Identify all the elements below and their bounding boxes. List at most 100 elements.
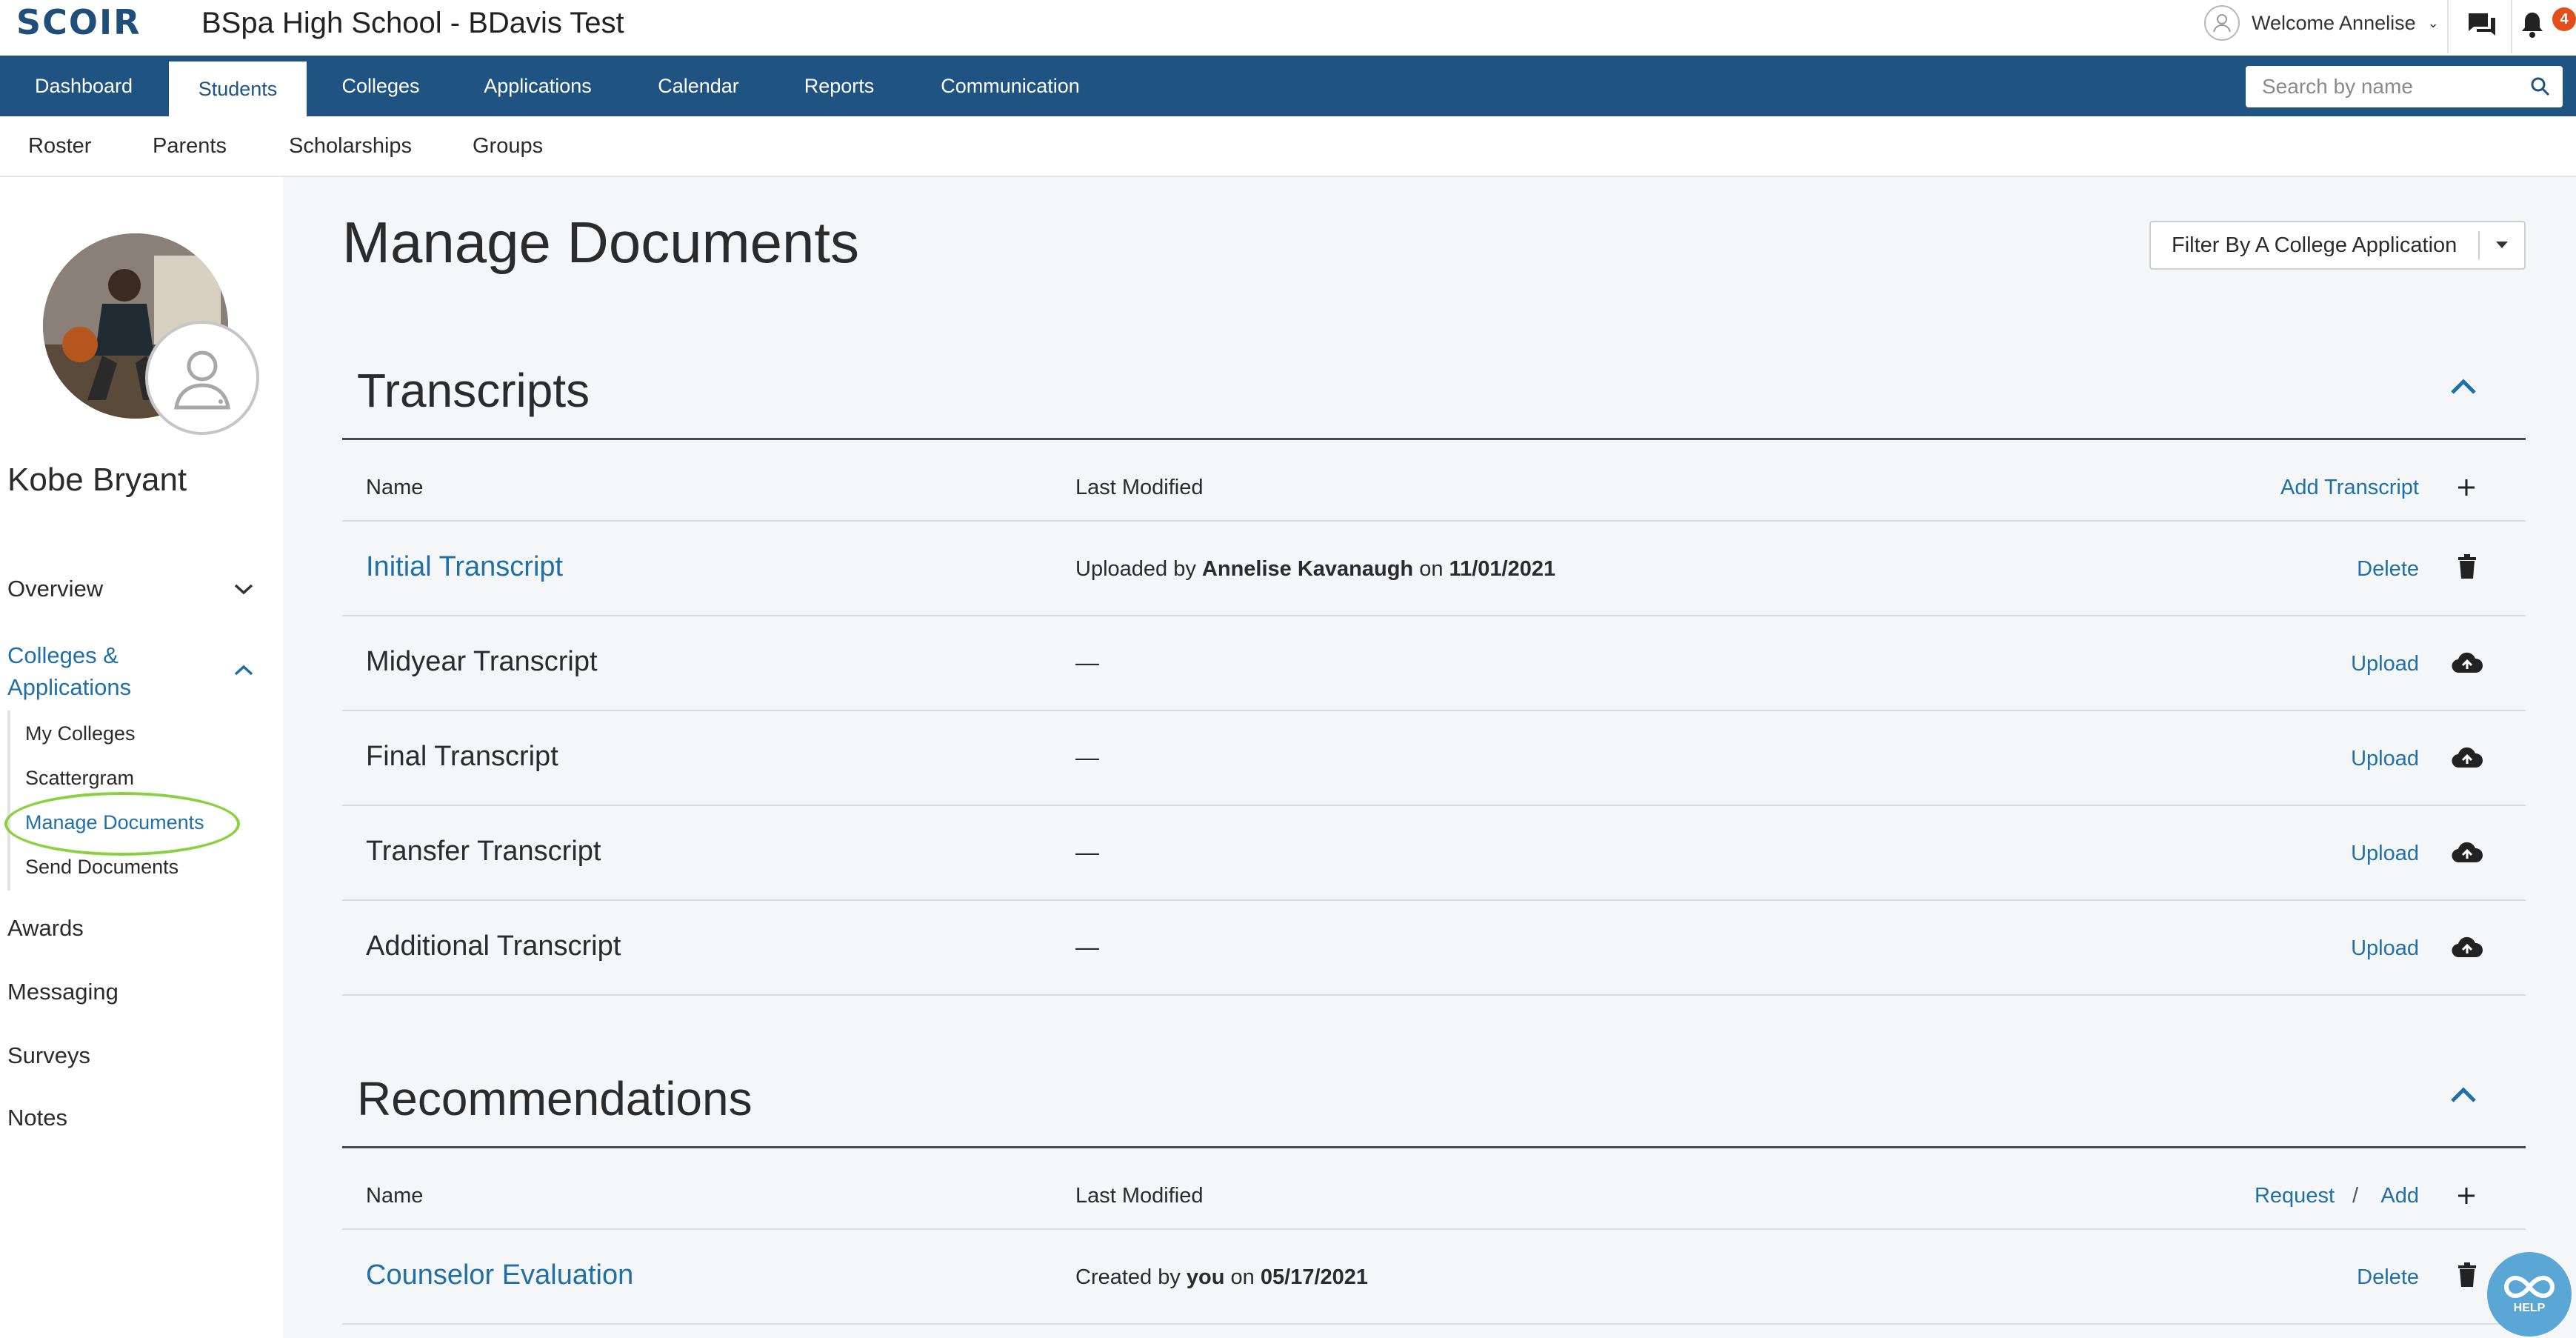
subnav-groups[interactable]: Groups [473,116,543,176]
subnav-roster[interactable]: Roster [28,116,91,176]
tab-calendar[interactable]: Calendar [635,56,761,116]
column-name: Name [366,1184,424,1208]
doc-transfer-transcript: Transfer Transcript [366,836,601,867]
tab-students[interactable]: Students [169,61,307,116]
upload-link[interactable]: Upload [2296,936,2419,961]
search-icon[interactable] [2530,76,2551,101]
tab-applications[interactable]: Applications [465,56,610,116]
upload-link[interactable]: Upload [2296,652,2419,676]
welcome-text: Welcome Annelise [2252,11,2416,34]
row-divider [342,994,2526,996]
chevron-up-icon[interactable] [233,663,255,682]
school-title: BSpa High School - BDavis Test [201,6,624,39]
chevron-down-icon: ⌄ [2427,15,2439,30]
trash-icon[interactable] [2457,1262,2477,1291]
doc-modified: — [1075,839,1099,865]
delete-link[interactable]: Delete [2296,557,2419,582]
divider [2447,0,2449,53]
column-last-modified: Last Modified [1075,1184,1204,1208]
cloud-upload-icon[interactable] [2452,652,2483,678]
modified-prefix: Uploaded by [1075,557,1196,581]
scoir-logo[interactable]: SCOIR [16,0,141,44]
row-divider [342,1323,2526,1325]
search-input[interactable] [2262,75,2514,99]
sidebar-surveys[interactable]: Surveys [7,1042,90,1069]
doc-final-transcript: Final Transcript [366,741,558,772]
doc-modified: Uploaded by Annelise Kavanaugh on 11/01/… [1075,557,1555,582]
row-divider [342,710,2526,711]
doc-modified: Created by you on 05/17/2021 [1075,1265,1368,1290]
upload-link[interactable]: Upload [2296,747,2419,771]
highlight-ring [4,792,240,856]
sidebar-scattergram[interactable]: Scattergram [25,767,134,790]
row-divider [342,899,2526,901]
separator-slash: / [2352,1184,2359,1208]
notification-badge[interactable]: 4 [2552,7,2576,31]
add-transcript-link[interactable]: Add Transcript [2252,476,2419,500]
caret-down-icon [2496,242,2508,248]
cloud-upload-icon[interactable] [2452,842,2483,868]
plus-icon[interactable] [2456,477,2477,502]
doc-midyear-transcript: Midyear Transcript [366,646,598,677]
modified-on: on [1230,1265,1255,1289]
tab-communication[interactable]: Communication [926,56,1095,116]
user-avatar-icon [2204,5,2240,41]
student-name: Kobe Bryant [7,462,187,498]
doc-modified: — [1075,649,1099,676]
submenu-guide [7,710,10,891]
sidebar-notes[interactable]: Notes [7,1105,67,1131]
sidebar-overview[interactable]: Overview [7,576,103,602]
user-menu[interactable]: Welcome Annelise ⌄ [2204,0,2439,46]
filter-dropdown[interactable]: Filter By A College Application [2149,221,2526,270]
delete-link[interactable]: Delete [2296,1265,2419,1290]
recommendations-title: Recommendations [357,1072,753,1125]
trash-icon[interactable] [2457,554,2477,583]
doc-initial-transcript[interactable]: Initial Transcript [366,551,563,583]
cloud-upload-icon[interactable] [2452,936,2483,962]
section-divider [342,438,2526,440]
student-sidebar: Kobe Bryant Overview Colleges & Applicat… [0,177,283,1338]
doc-additional-transcript: Additional Transcript [366,931,621,962]
sidebar-my-colleges[interactable]: My Colleges [25,722,136,745]
top-bar: SCOIR BSpa High School - BDavis Test Wel… [0,0,2576,56]
tab-colleges[interactable]: Colleges [318,56,443,116]
subnav-scholarships[interactable]: Scholarships [289,116,412,176]
infinity-icon [2504,1275,2555,1299]
section-divider [342,1146,2526,1148]
modified-date: 05/17/2021 [1260,1265,1369,1289]
modified-on: on [1419,557,1444,581]
add-recommendation-link[interactable]: Add [2370,1184,2419,1208]
plus-icon[interactable] [2456,1185,2477,1210]
sidebar-messaging[interactable]: Messaging [7,979,119,1005]
chat-icon[interactable] [2466,10,2497,44]
sidebar-awards[interactable]: Awards [7,915,84,942]
request-link[interactable]: Request [2252,1184,2335,1208]
doc-modified: — [1075,744,1099,770]
cloud-upload-icon[interactable] [2452,747,2483,773]
chevron-up-icon[interactable] [2449,1085,2478,1109]
bell-icon[interactable] [2520,10,2545,44]
main-nav: Dashboard Students Colleges Applications… [0,56,2576,116]
help-label: HELP [2513,1302,2546,1314]
column-last-modified: Last Modified [1075,476,1204,499]
row-divider [342,805,2526,806]
sidebar-colleges-applications[interactable]: Colleges & Applications [7,639,185,703]
column-name: Name [366,476,424,499]
transcripts-title: Transcripts [357,364,590,417]
divider [2478,231,2480,259]
sidebar-send-documents[interactable]: Send Documents [25,856,178,879]
modified-prefix: Created by [1075,1265,1181,1289]
chevron-down-icon[interactable] [233,582,255,600]
tab-dashboard[interactable]: Dashboard [0,56,167,116]
tab-reports[interactable]: Reports [781,56,898,116]
divider [2511,0,2512,53]
upload-link[interactable]: Upload [2296,842,2419,866]
modified-date: 11/01/2021 [1449,557,1556,581]
chevron-up-icon[interactable] [2449,376,2478,401]
subnav-parents[interactable]: Parents [153,116,227,176]
help-button[interactable]: HELP [2487,1252,2572,1337]
doc-modified: — [1075,933,1099,960]
modified-user: you [1186,1265,1225,1289]
doc-counselor-evaluation[interactable]: Counselor Evaluation [366,1259,633,1291]
row-divider [342,615,2526,616]
